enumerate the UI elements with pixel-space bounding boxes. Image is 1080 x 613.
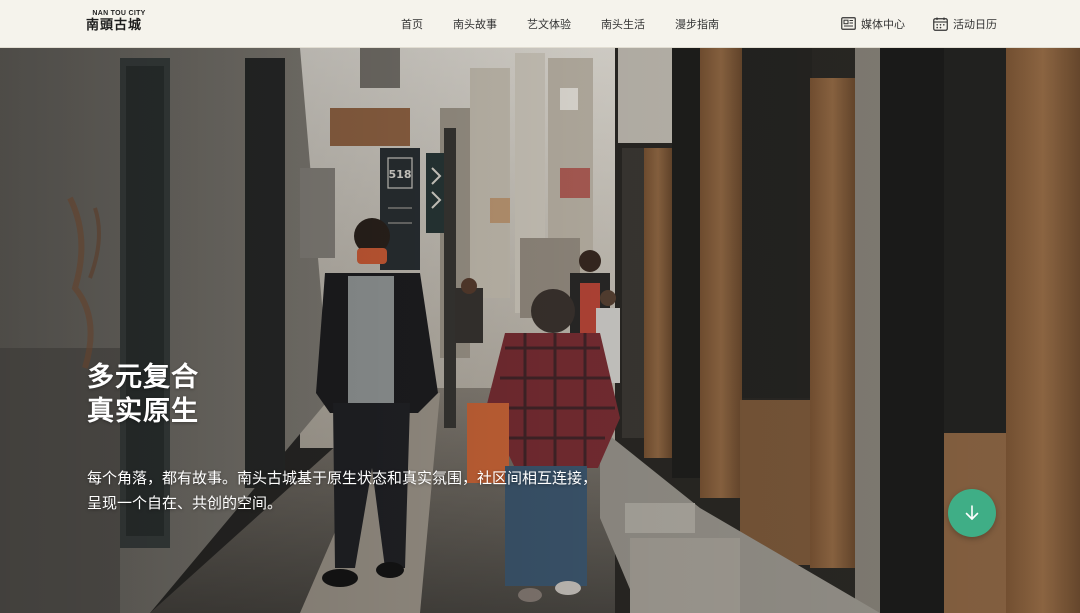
hero-description: 每个角落，都有故事。南头古城基于原生状态和真实氛围，社区间相互连接，呈现一个自在… — [87, 469, 598, 512]
media-center-link-wrap: 媒体中心 — [841, 0, 905, 47]
calendar-link-wrap: 活动日历 — [933, 0, 997, 47]
calendar-icon — [933, 17, 948, 31]
media-center-link[interactable]: 媒体中心 — [841, 16, 905, 32]
site-header: NAN TOU CITY 南頭古城 首页 南头故事 艺文体验 南头生活 漫步指南… — [0, 0, 1080, 48]
newspaper-icon — [841, 17, 856, 30]
hero-headline-line-2: 真实原生 — [87, 396, 199, 427]
scroll-down-button[interactable] — [948, 489, 996, 537]
nav-item-life[interactable]: 南头生活 — [601, 16, 645, 32]
hero-headline: 多元复合 真实原生 — [87, 361, 199, 429]
hero-banner: 518 — [0, 48, 1080, 613]
site-logo[interactable]: NAN TOU CITY 南頭古城 — [86, 10, 166, 38]
nav-item-guide[interactable]: 漫步指南 — [675, 16, 719, 32]
media-center-label: 媒体中心 — [861, 17, 905, 31]
main-nav: 首页 南头故事 艺文体验 南头生活 漫步指南 — [401, 0, 749, 47]
nav-item-stories[interactable]: 南头故事 — [453, 16, 497, 32]
nav-item-arts[interactable]: 艺文体验 — [527, 16, 571, 32]
event-calendar-label: 活动日历 — [953, 17, 997, 31]
hero-headline-line-1: 多元复合 — [87, 362, 199, 393]
event-calendar-link[interactable]: 活动日历 — [933, 16, 997, 32]
logo-title: 南頭古城 — [86, 18, 143, 33]
hero-overlay — [0, 48, 1080, 613]
arrow-down-icon — [965, 505, 979, 520]
logo-subtitle: NAN TOU CITY — [92, 10, 146, 17]
nav-item-home[interactable]: 首页 — [401, 16, 423, 32]
